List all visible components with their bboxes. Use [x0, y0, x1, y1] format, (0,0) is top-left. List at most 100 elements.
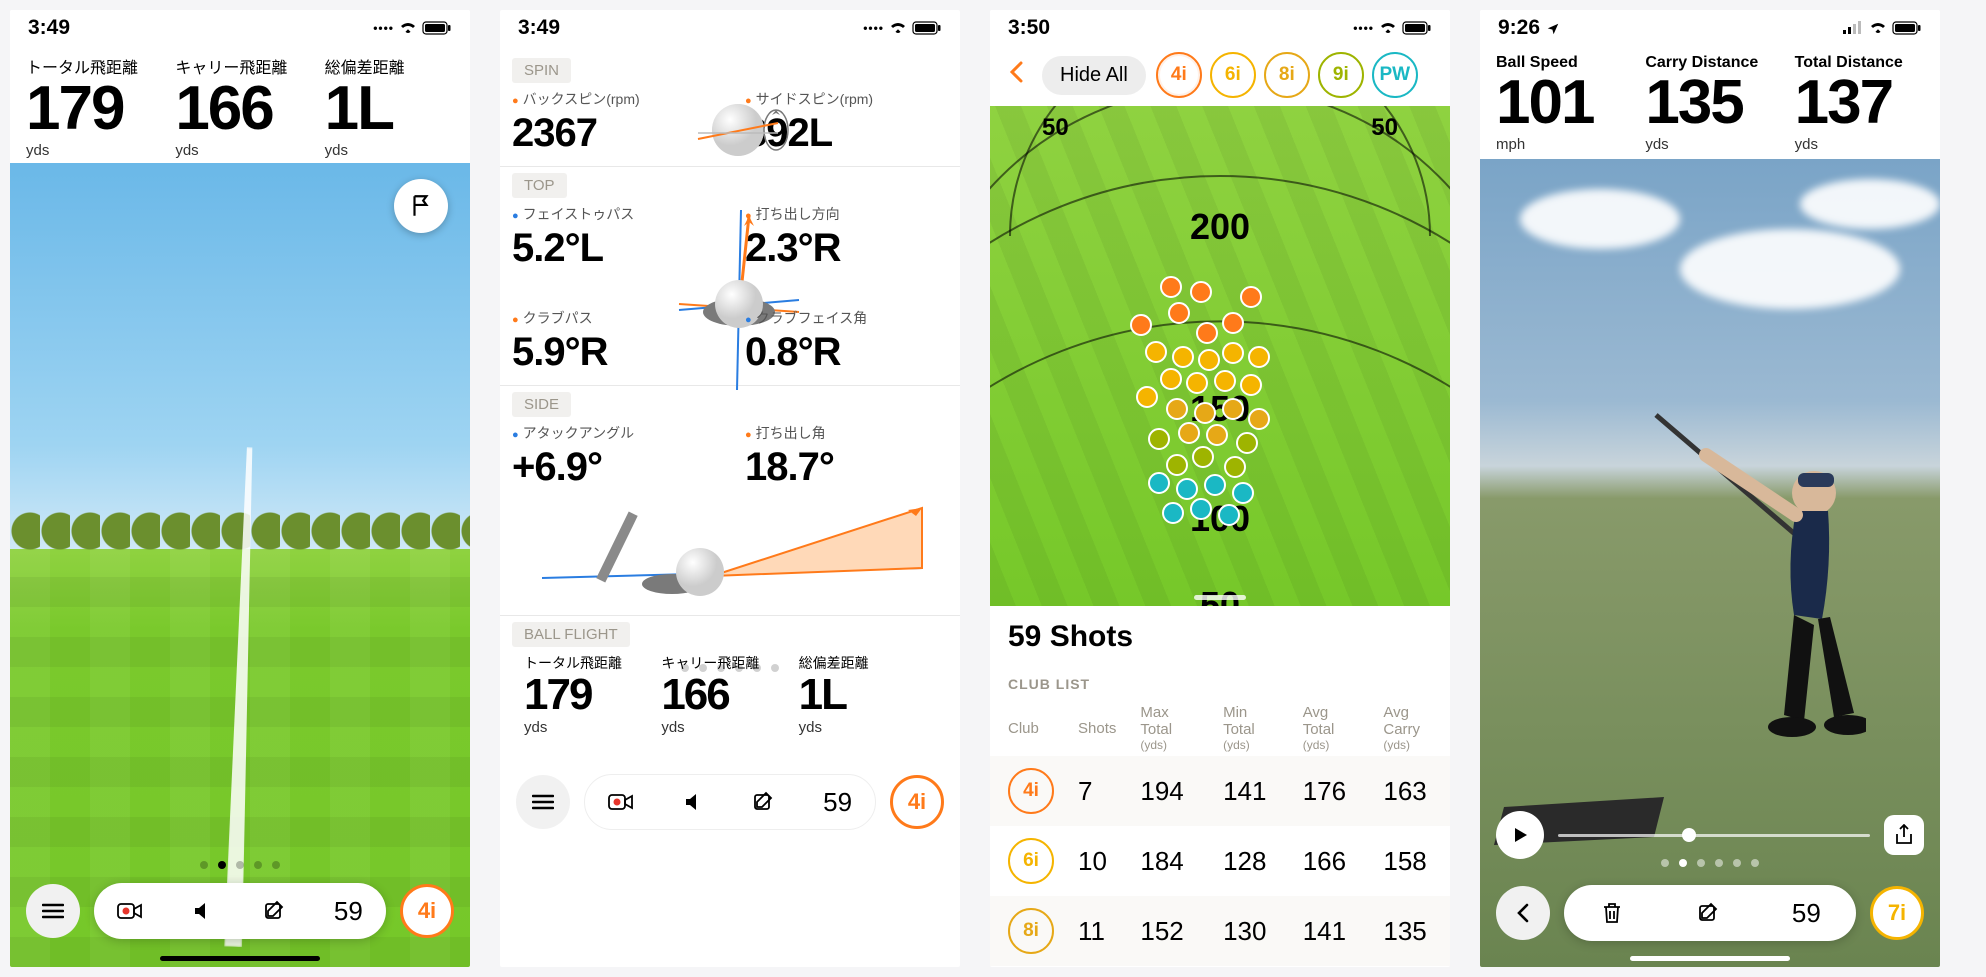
chevron-left-icon: [1008, 60, 1024, 84]
shot-scatter-field[interactable]: 200 150 100 50 50 50: [990, 106, 1450, 606]
speaker-icon: [682, 791, 704, 813]
shot-count[interactable]: 59: [823, 787, 852, 818]
status-bar: 3:49 ••••: [500, 10, 960, 46]
sound-button[interactable]: [189, 898, 215, 924]
th-club: Club: [990, 698, 1060, 756]
back-button[interactable]: [1496, 886, 1550, 940]
compose-icon: [1697, 901, 1721, 925]
menu-button[interactable]: [26, 884, 80, 938]
club-filter-6i[interactable]: 6i: [1210, 52, 1256, 98]
delete-button[interactable]: [1599, 900, 1625, 926]
play-button[interactable]: [1496, 811, 1544, 859]
cell-shots: 7: [1060, 756, 1122, 826]
shots-title: 59 Shots: [990, 606, 1450, 662]
club-badge-cell: 4i: [1008, 768, 1054, 814]
cell-carry: 135: [1365, 896, 1450, 966]
bottom-toolbar: 59 7i: [1496, 885, 1924, 941]
status-time: 3:50: [1008, 16, 1050, 40]
toolbar-pill: 59: [94, 883, 386, 939]
club-filter-pw[interactable]: PW: [1372, 52, 1418, 98]
attack-angle-label: アタックアングル: [512, 423, 715, 443]
target-flag-button[interactable]: [394, 179, 448, 233]
cell-min: 128: [1205, 826, 1285, 896]
stat-total-distance: トータル飛距離 179 yds: [16, 54, 165, 159]
screen-ball-flight-3d: 3:49 •••• トータル飛距離 179 yds キャリー飛距離 166 yd…: [10, 10, 470, 967]
club-filter-8i[interactable]: 8i: [1264, 52, 1310, 98]
hamburger-icon: [532, 794, 554, 810]
cell-carry: 158: [1365, 826, 1450, 896]
cell-avg: 166: [1285, 826, 1366, 896]
shots-sheet[interactable]: 59 Shots CLUB LIST Club Shots Max Total(…: [990, 606, 1450, 967]
trash-icon: [1601, 901, 1623, 925]
club-selector[interactable]: 4i: [890, 775, 944, 829]
table-row[interactable]: 4i 7 194 141 176 163: [990, 756, 1450, 826]
chevron-left-icon: [1515, 902, 1531, 924]
video-record-icon: [608, 792, 634, 812]
arc-side-l: 50: [1042, 114, 1069, 142]
home-indicator: [1630, 956, 1790, 961]
sheet-grabber[interactable]: [1194, 595, 1246, 600]
swing-video-frame[interactable]: 59 7i: [1480, 159, 1940, 967]
menu-button[interactable]: [516, 775, 570, 829]
record-button[interactable]: [608, 789, 634, 815]
compose-icon: [263, 899, 287, 923]
edit-button[interactable]: [1696, 900, 1722, 926]
bottom-toolbar: 59 4i: [516, 774, 944, 830]
toolbar-pill: 59: [1564, 885, 1856, 941]
page-indicator[interactable]: [500, 664, 960, 672]
record-button[interactable]: [117, 898, 143, 924]
scrubber-thumb[interactable]: [1682, 828, 1696, 842]
section-side: SIDE アタックアングル +6.9° 打ち出し角 18.7°: [500, 388, 960, 613]
status-right: ••••: [1353, 21, 1432, 35]
location-icon: [1546, 22, 1560, 36]
club-selector[interactable]: 7i: [1870, 886, 1924, 940]
club-badge-cell: 6i: [1008, 838, 1054, 884]
cell-max: 184: [1122, 826, 1205, 896]
hide-all-button[interactable]: Hide All: [1042, 56, 1146, 95]
ball-flight-scene[interactable]: 59 4i: [10, 163, 470, 967]
attack-angle-value: +6.9°: [512, 445, 715, 490]
edit-button[interactable]: [262, 898, 288, 924]
club-filter-4i[interactable]: 4i: [1156, 52, 1202, 98]
video-scrubber[interactable]: [1558, 834, 1870, 837]
stat-total-distance: Total Distance 137 yds: [1785, 54, 1934, 153]
table-row[interactable]: 6i 10 184 128 166 158: [990, 826, 1450, 896]
toolbar-pill: 59: [584, 774, 876, 830]
club-filter-9i[interactable]: 9i: [1318, 52, 1364, 98]
th-shots: Shots: [1060, 698, 1122, 756]
video-record-icon: [117, 901, 143, 921]
shot-count[interactable]: 59: [334, 896, 363, 927]
status-bar: 9:26: [1480, 10, 1940, 46]
speaker-icon: [191, 900, 213, 922]
back-button[interactable]: [1000, 58, 1032, 92]
edit-button[interactable]: [751, 789, 777, 815]
cell-avg: 176: [1285, 756, 1366, 826]
launch-angle-value: 18.7°: [745, 445, 948, 490]
stat-carry-distance: キャリー飛距離 166 yds: [165, 54, 314, 159]
cell-carry: 163: [1365, 756, 1450, 826]
golfer-silhouette: [1646, 385, 1866, 785]
arc-200: 200: [1190, 206, 1250, 248]
section-ball-flight: BALL FLIGHT トータル飛距離 179 yds キャリー飛距離 166 …: [500, 618, 960, 744]
shot-count[interactable]: 59: [1792, 898, 1821, 929]
status-bar: 3:50 ••••: [990, 10, 1450, 46]
table-row[interactable]: 8i 11 152 130 141 135: [990, 896, 1450, 966]
page-indicator[interactable]: [200, 861, 280, 869]
side-tag: SIDE: [512, 392, 571, 417]
launch-angle-label: 打ち出し角: [745, 423, 948, 443]
th-mintotal: Min Total(yds): [1205, 698, 1285, 756]
screen-shot-scatter: 3:50 •••• Hide All 4i 6i 8i 9i PW: [990, 10, 1450, 967]
club-selector[interactable]: 4i: [400, 884, 454, 938]
stat-carry-distance: Carry Distance 135 yds: [1635, 54, 1784, 153]
status-right: ••••: [373, 21, 452, 35]
flag-icon: [408, 193, 434, 219]
play-icon: [1511, 826, 1529, 844]
status-time: 9:26: [1498, 16, 1560, 40]
club-stats-table: Club Shots Max Total(yds) Min Total(yds)…: [990, 698, 1450, 966]
section-top: TOP フェイストゥパス 5.2°L 打ち出し方向: [500, 169, 960, 383]
stat-ball-speed: Ball Speed 101 mph: [1486, 54, 1635, 153]
page-indicator[interactable]: [1661, 859, 1759, 867]
top-tag: TOP: [512, 173, 567, 198]
share-button[interactable]: [1884, 815, 1924, 855]
sound-button[interactable]: [680, 789, 706, 815]
